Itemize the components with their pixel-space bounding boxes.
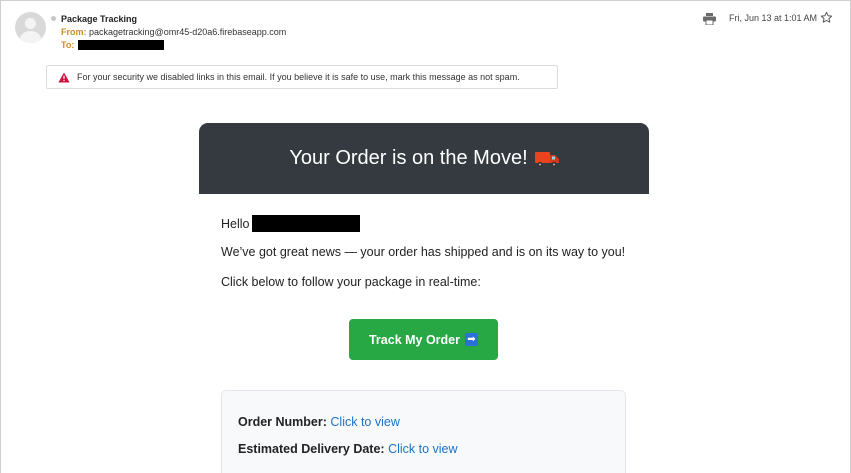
shipping-message: We’ve got great news — your order has sh… [221, 245, 626, 259]
order-number-row: Order Number: Click to view [238, 415, 400, 429]
delivery-date-label: Estimated Delivery Date: [238, 442, 385, 456]
presence-dot [51, 16, 56, 21]
print-icon[interactable] [703, 13, 716, 25]
order-number-label: Order Number: [238, 415, 327, 429]
email-date: Fri, Jun 13 at 1:01 AM [729, 13, 818, 23]
message-title: Your Order is on the Move! [289, 147, 528, 169]
truck-icon [534, 151, 559, 167]
greeting-text: Hello [221, 217, 250, 231]
track-order-label: Track My Order [368, 332, 460, 347]
to-label: To: [61, 40, 75, 50]
avatar-body [20, 31, 41, 43]
tracking-instruction: Click below to follow your package in re… [221, 275, 481, 289]
sender-name: Package Tracking [61, 14, 138, 24]
track-order-button[interactable]: Track My Order ➡ [349, 319, 498, 360]
delivery-date-row: Estimated Delivery Date: Click to view [238, 442, 458, 456]
redacted-recipient [78, 40, 165, 50]
from-address: packagetracking@omr45-d20a6.firebaseapp.… [89, 27, 287, 37]
star-icon[interactable] [820, 11, 833, 24]
warning-icon [58, 72, 70, 82]
from-line: From: packagetracking@omr45-d20a6.fireba… [61, 27, 286, 37]
avatar-icon [15, 12, 46, 43]
security-notice-text: For your security we disabled links in t… [77, 72, 520, 82]
redacted-name [251, 215, 360, 232]
avatar-head [25, 18, 36, 29]
to-line: To: [61, 40, 165, 50]
greeting: Hello [221, 215, 360, 232]
right-arrow-icon: ➡ [465, 333, 478, 346]
order-number-link[interactable]: Click to view [330, 415, 399, 429]
security-notice: For your security we disabled links in t… [46, 65, 558, 89]
message-header: Your Order is on the Move! [199, 123, 649, 194]
delivery-date-link[interactable]: Click to view [388, 442, 457, 456]
from-label: From: [61, 27, 87, 37]
order-details-box: Order Number: Click to view Estimated De… [221, 390, 626, 473]
